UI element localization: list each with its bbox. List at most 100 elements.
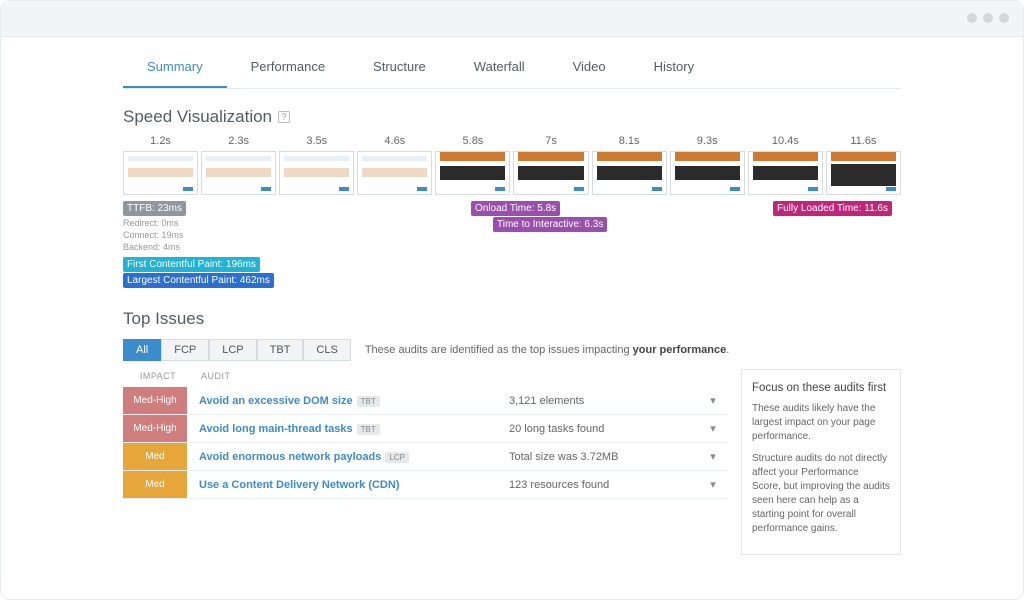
- issues-layout: Impact Audit Med-HighAvoid an excessive …: [123, 369, 901, 555]
- filmstrip-frame[interactable]: 10.4s: [748, 135, 823, 195]
- issues-header: Impact Audit: [123, 369, 727, 387]
- window-dot-icon: [967, 13, 977, 23]
- filmstrip-frame[interactable]: 4.6s: [357, 135, 432, 195]
- chevron-down-icon[interactable]: ▾: [699, 394, 727, 407]
- filter-buttons: AllFCPLCPTBTCLS: [123, 339, 351, 361]
- audit-tag: TBT: [357, 424, 380, 435]
- frame-time-label: 3.5s: [306, 135, 327, 147]
- speed-visualization-section: Speed Visualization ? 1.2s 2.3s 3.5s 4.6s 5.…: [123, 107, 901, 291]
- frame-time-label: 7s: [545, 135, 557, 147]
- filmstrip-frame[interactable]: 3.5s: [279, 135, 354, 195]
- chevron-down-icon[interactable]: ▾: [699, 450, 727, 463]
- issue-row[interactable]: MedUse a Content Delivery Network (CDN)1…: [123, 471, 727, 499]
- audit-title: Avoid enormous network payloadsLCP: [187, 451, 509, 463]
- top-issues-title: Top Issues: [123, 309, 204, 329]
- filter-note-suffix: .: [726, 344, 729, 356]
- window-dot-icon: [983, 13, 993, 23]
- impact-badge: Med: [123, 443, 187, 470]
- filter-all[interactable]: All: [123, 339, 161, 361]
- filmstrip-frame[interactable]: 1.2s: [123, 135, 198, 195]
- audit-title: Avoid an excessive DOM sizeTBT: [187, 395, 509, 407]
- issues-aside: Focus on these audits first These audits…: [741, 369, 901, 555]
- audit-title: Avoid long main-thread tasksTBT: [187, 423, 509, 435]
- frame-time-label: 9.3s: [697, 135, 718, 147]
- frame-time-label: 8.1s: [619, 135, 640, 147]
- filter-note-strong: your performance: [633, 344, 727, 356]
- frame-thumbnail: [826, 151, 901, 195]
- tab-performance[interactable]: Performance: [227, 49, 349, 88]
- chevron-down-icon[interactable]: ▾: [699, 478, 727, 491]
- help-icon[interactable]: ?: [278, 111, 290, 123]
- speed-visualization-title: Speed Visualization: [123, 107, 272, 127]
- frame-thumbnail: [201, 151, 276, 195]
- marker-lcp: Largest Contentful Paint: 462ms: [123, 273, 274, 288]
- top-issues-section: Top Issues AllFCPLCPTBTCLS These audits …: [123, 309, 901, 555]
- aside-paragraph: Structure audits do not directly affect …: [752, 452, 890, 536]
- filter-cls[interactable]: CLS: [303, 339, 350, 361]
- filmstrip-frame[interactable]: 2.3s: [201, 135, 276, 195]
- frame-time-label: 1.2s: [150, 135, 171, 147]
- report-tabs: SummaryPerformanceStructureWaterfallVide…: [123, 49, 901, 89]
- issue-row[interactable]: Med-HighAvoid long main-thread tasksTBT2…: [123, 415, 727, 443]
- impact-badge: Med: [123, 471, 187, 498]
- marker-onload: Onload Time: 5.8s: [471, 201, 560, 216]
- filter-lcp[interactable]: LCP: [209, 339, 256, 361]
- tab-waterfall[interactable]: Waterfall: [450, 49, 549, 88]
- filter-fcp[interactable]: FCP: [161, 339, 209, 361]
- frame-thumbnail: [435, 151, 510, 195]
- window-title-bar: [1, 1, 1023, 37]
- marker-redirect: Redirect: 0ms: [123, 217, 184, 229]
- section-title: Top Issues: [123, 309, 901, 329]
- filmstrip: 1.2s 2.3s 3.5s 4.6s 5.8s 7s 8.1s 9.3s 10.4s 11.6s: [123, 135, 901, 195]
- frame-thumbnail: [357, 151, 432, 195]
- header-impact: Impact: [123, 371, 193, 381]
- issue-row[interactable]: Med-HighAvoid an excessive DOM sizeTBT3,…: [123, 387, 727, 415]
- tab-video[interactable]: Video: [549, 49, 630, 88]
- issues-rows: Med-HighAvoid an excessive DOM sizeTBT3,…: [123, 387, 727, 499]
- marker-connect: Connect: 19ms: [123, 229, 184, 241]
- frame-time-label: 11.6s: [850, 135, 876, 147]
- browser-window: SummaryPerformanceStructureWaterfallVide…: [0, 0, 1024, 600]
- impact-badge: Med-High: [123, 387, 187, 414]
- tab-structure[interactable]: Structure: [349, 49, 450, 88]
- frame-thumbnail: [592, 151, 667, 195]
- audit-value: Total size was 3.72MB: [509, 451, 699, 463]
- window-controls: [967, 13, 1009, 23]
- filmstrip-frame[interactable]: 5.8s: [435, 135, 510, 195]
- frame-thumbnail: [279, 151, 354, 195]
- aside-title: Focus on these audits first: [752, 380, 890, 396]
- frame-thumbnail: [670, 151, 745, 195]
- audit-value: 20 long tasks found: [509, 423, 699, 435]
- marker-fcp: First Contentful Paint: 196ms: [123, 257, 260, 272]
- filter-note-prefix: These audits are identified as the top i…: [365, 344, 633, 356]
- chevron-down-icon[interactable]: ▾: [699, 422, 727, 435]
- issue-filters: AllFCPLCPTBTCLS These audits are identif…: [123, 339, 901, 361]
- marker-ttfb-details: Redirect: 0ms Connect: 19ms Backend: 4ms: [123, 217, 184, 253]
- audit-value: 123 resources found: [509, 479, 699, 491]
- tab-summary[interactable]: Summary: [123, 49, 227, 88]
- filmstrip-frame[interactable]: 7s: [513, 135, 588, 195]
- filmstrip-frame[interactable]: 11.6s: [826, 135, 901, 195]
- marker-ttfb: TTFB: 23ms: [123, 201, 186, 216]
- tab-history[interactable]: History: [630, 49, 718, 88]
- filter-tbt[interactable]: TBT: [257, 339, 304, 361]
- impact-badge: Med-High: [123, 415, 187, 442]
- audit-tag: TBT: [357, 396, 380, 407]
- window-dot-icon: [999, 13, 1009, 23]
- frame-thumbnail: [123, 151, 198, 195]
- frame-thumbnail: [748, 151, 823, 195]
- frame-time-label: 2.3s: [228, 135, 249, 147]
- frame-time-label: 4.6s: [384, 135, 405, 147]
- issues-table: Impact Audit Med-HighAvoid an excessive …: [123, 369, 727, 555]
- section-title: Speed Visualization ?: [123, 107, 901, 127]
- frame-time-label: 5.8s: [463, 135, 484, 147]
- issue-row[interactable]: MedAvoid enormous network payloadsLCPTot…: [123, 443, 727, 471]
- aside-paragraph: These audits likely have the largest imp…: [752, 402, 890, 444]
- marker-fully-loaded: Fully Loaded Time: 11.6s: [773, 201, 892, 216]
- filter-note: These audits are identified as the top i…: [365, 344, 729, 356]
- frame-thumbnail: [513, 151, 588, 195]
- audit-value: 3,121 elements: [509, 395, 699, 407]
- filmstrip-frame[interactable]: 9.3s: [670, 135, 745, 195]
- audit-tag: LCP: [385, 452, 409, 463]
- filmstrip-frame[interactable]: 8.1s: [592, 135, 667, 195]
